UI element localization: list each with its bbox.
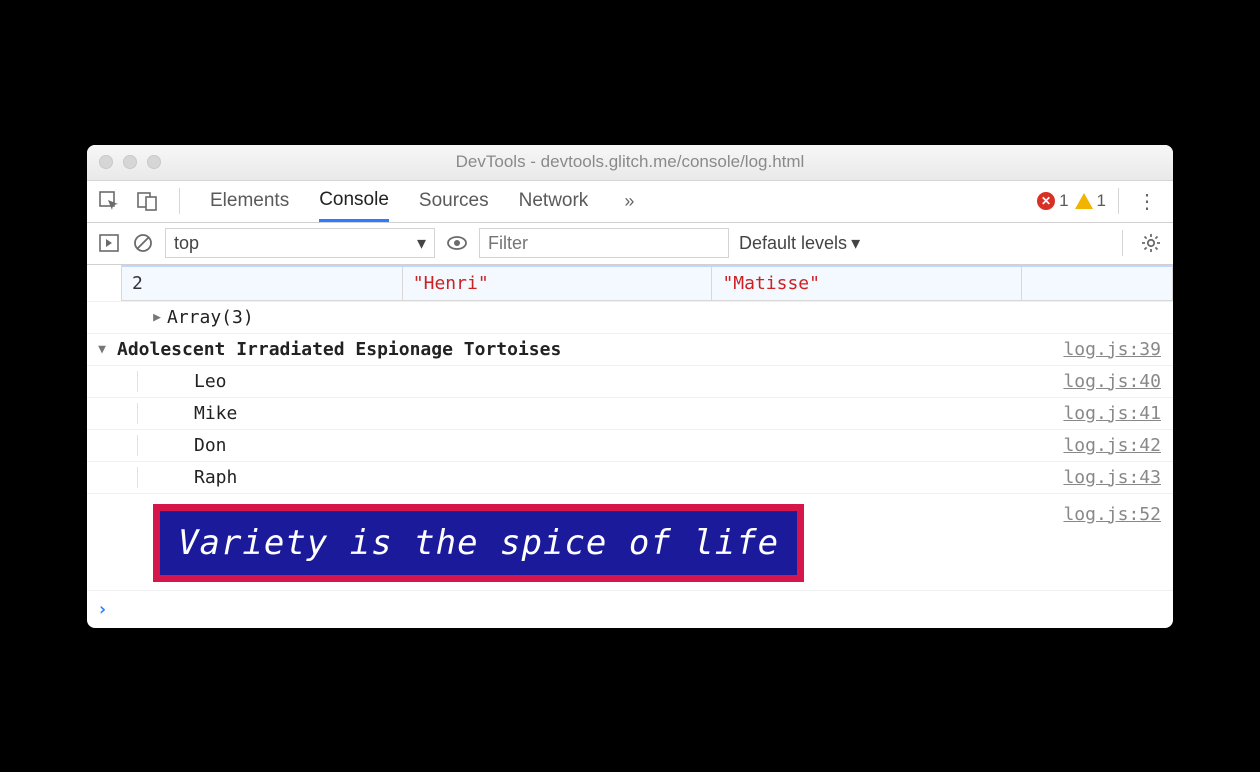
execution-context-select[interactable]: top ▾	[165, 228, 435, 258]
window-title: DevTools - devtools.glitch.me/console/lo…	[87, 152, 1173, 172]
separator	[179, 188, 180, 214]
table-cell-empty	[1022, 267, 1172, 300]
titlebar: DevTools - devtools.glitch.me/console/lo…	[87, 145, 1173, 181]
sidebar-toggle-icon[interactable]	[97, 231, 121, 255]
chevron-down-icon: ▾	[417, 233, 426, 254]
console-table-row[interactable]: 2 "Henri" "Matisse"	[87, 265, 1173, 302]
source-link[interactable]: log.js:42	[1063, 435, 1161, 456]
console-log-row[interactable]: Leo log.js:40	[87, 366, 1173, 398]
minimize-dot[interactable]	[123, 155, 137, 169]
console-styled-row[interactable]: Variety is the spice of life log.js:52	[87, 494, 1173, 591]
tab-sources[interactable]: Sources	[419, 181, 489, 222]
gear-icon[interactable]	[1139, 231, 1163, 255]
log-text: Raph	[194, 467, 237, 488]
zoom-dot[interactable]	[147, 155, 161, 169]
error-icon: ✕	[1037, 192, 1055, 210]
log-text: Don	[194, 435, 227, 456]
levels-label: Default levels	[739, 233, 847, 254]
filter-input[interactable]	[479, 228, 729, 258]
log-text: Leo	[194, 371, 227, 392]
source-link[interactable]: log.js:52	[1063, 504, 1161, 525]
collapse-arrow-icon[interactable]: ▼	[96, 342, 108, 357]
source-link[interactable]: log.js:43	[1063, 467, 1161, 488]
group-title: Adolescent Irradiated Espionage Tortoise…	[117, 339, 561, 360]
console-body: 2 "Henri" "Matisse" ▶ Array(3) ▼ Adolesc…	[87, 265, 1173, 628]
log-levels-select[interactable]: Default levels ▾	[739, 233, 860, 254]
styled-log-message: Variety is the spice of life	[153, 504, 804, 582]
log-text: Mike	[194, 403, 237, 424]
console-toolbar: top ▾ Default levels ▾	[87, 223, 1173, 265]
table-cell-first: "Henri"	[403, 267, 713, 300]
source-link[interactable]: log.js:40	[1063, 371, 1161, 392]
console-log-row[interactable]: Mike log.js:41	[87, 398, 1173, 430]
console-prompt[interactable]: ›	[87, 591, 1173, 628]
console-group-header[interactable]: ▼ Adolescent Irradiated Espionage Tortoi…	[87, 334, 1173, 366]
table-cell-index: 2	[122, 267, 403, 300]
source-link[interactable]: log.js:41	[1063, 403, 1161, 424]
devtools-window: DevTools - devtools.glitch.me/console/lo…	[87, 145, 1173, 628]
kebab-menu-icon[interactable]: ⋮	[1131, 189, 1163, 214]
tab-list: Elements Console Sources Network »	[210, 181, 634, 222]
chevron-down-icon: ▾	[851, 233, 860, 254]
separator	[1118, 188, 1119, 214]
table-cell-last: "Matisse"	[712, 267, 1022, 300]
context-value: top	[174, 233, 199, 254]
panel-tabs: Elements Console Sources Network » ✕ 1 1…	[87, 181, 1173, 223]
tab-elements[interactable]: Elements	[210, 181, 289, 222]
prompt-chevron-icon: ›	[97, 599, 108, 620]
tab-network[interactable]: Network	[519, 181, 589, 222]
console-log-row[interactable]: Raph log.js:43	[87, 462, 1173, 494]
tab-console[interactable]: Console	[319, 181, 389, 222]
close-dot[interactable]	[99, 155, 113, 169]
clear-console-icon[interactable]	[131, 231, 155, 255]
traffic-lights	[99, 155, 161, 169]
warning-icon	[1075, 193, 1093, 209]
console-array-row[interactable]: ▶ Array(3)	[87, 302, 1173, 334]
array-summary: Array(3)	[167, 307, 254, 328]
more-tabs-icon[interactable]: »	[624, 191, 634, 212]
error-count[interactable]: ✕ 1	[1037, 191, 1068, 211]
error-number: 1	[1059, 191, 1068, 211]
source-link[interactable]: log.js:39	[1063, 339, 1161, 360]
separator	[1122, 230, 1123, 256]
console-log-row[interactable]: Don log.js:42	[87, 430, 1173, 462]
device-toggle-icon[interactable]	[135, 189, 159, 213]
status-badges: ✕ 1 1 ⋮	[1037, 188, 1163, 214]
live-expression-icon[interactable]	[445, 231, 469, 255]
inspect-icon[interactable]	[97, 189, 121, 213]
warning-number: 1	[1097, 191, 1106, 211]
expand-arrow-icon[interactable]: ▶	[151, 310, 163, 325]
warning-count[interactable]: 1	[1075, 191, 1106, 211]
